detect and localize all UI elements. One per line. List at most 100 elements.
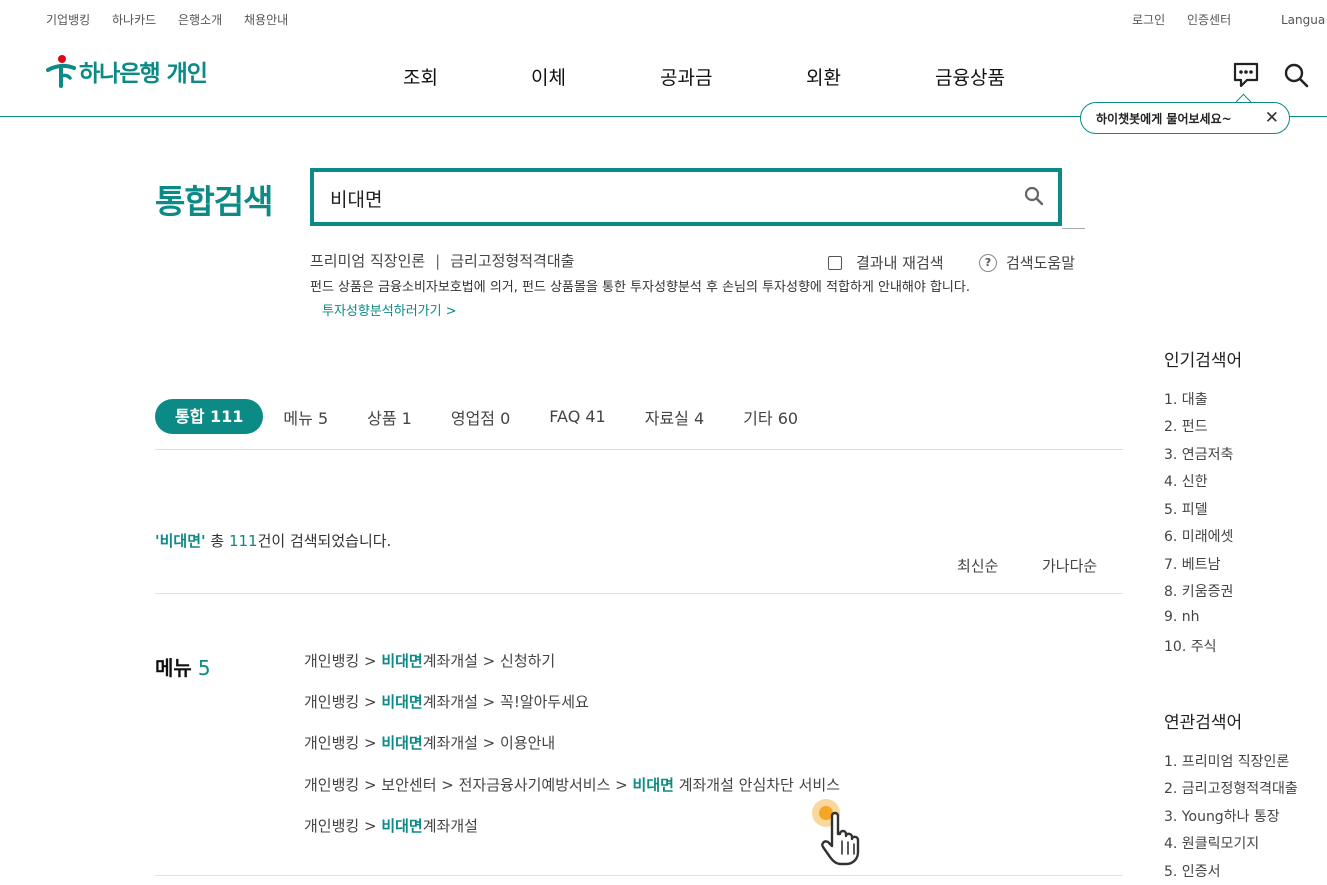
popular-keyword[interactable]: 5. 피델 <box>1164 499 1208 519</box>
recommended-keywords: 프리미엄 직장인론 | 금리고정형적격대출 <box>310 250 574 271</box>
search-icon <box>1284 63 1309 88</box>
chatbot-tooltip[interactable]: 하이챗봇에게 물어보세요~ ✕ <box>1080 102 1290 134</box>
investment-analysis-link[interactable]: 투자성향분석하러가기 > <box>322 300 457 319</box>
menu-section-title: 메뉴 5 <box>155 652 211 681</box>
popular-keyword[interactable]: 6. 미래에셋 <box>1164 526 1233 546</box>
result-path: 계좌개설 <box>422 817 478 835</box>
global-search-button[interactable] <box>1284 63 1309 92</box>
help-icon: ? <box>979 253 997 272</box>
popular-keyword[interactable]: 9. nh <box>1164 609 1200 625</box>
popular-keyword[interactable]: 4. 신한 <box>1164 471 1208 491</box>
chatbot-button[interactable] <box>1232 61 1260 93</box>
result-path: 개인뱅킹 > <box>304 652 382 670</box>
utility-nav-right: 로그인 인증센터 Langua <box>1132 11 1325 28</box>
popular-keyword[interactable]: 8. 키움증권 <box>1164 581 1233 601</box>
sort-alphabetical[interactable]: 가나다순 <box>1042 555 1097 576</box>
summary-pre: 총 <box>205 532 229 550</box>
result-highlight: 비대면 <box>381 734 423 752</box>
result-tabs: 통합 111 메뉴 5 상품 1 영업점 0 FAQ 41 자료실 4 기타 6… <box>155 399 837 434</box>
summary-divider <box>155 593 1123 594</box>
related-keyword[interactable]: 1. 프리미엄 직장인론 <box>1164 751 1289 771</box>
util-link-language[interactable]: Langua <box>1281 13 1325 27</box>
related-keyword[interactable]: 5. 인증서 <box>1164 861 1220 881</box>
fund-notice: 펀드 상품은 금융소비자보호법에 의거, 펀드 상품몰을 통한 투자성향분석 후… <box>310 280 970 295</box>
logo[interactable]: 하나은행 개인 <box>45 54 208 88</box>
list-item[interactable]: 개인뱅킹 > 비대면계좌개설 > 신청하기 <box>304 650 555 671</box>
tab-faq[interactable]: FAQ 41 <box>549 407 605 426</box>
util-link-about[interactable]: 은행소개 <box>178 11 222 28</box>
search-input[interactable] <box>328 183 1012 213</box>
chatbot-tooltip-text: 하이챗봇에게 물어보세요~ <box>1096 111 1232 126</box>
popular-keyword[interactable]: 10. 주식 <box>1164 636 1216 656</box>
util-link-careers[interactable]: 채용안내 <box>244 11 288 28</box>
tab-archive[interactable]: 자료실 4 <box>645 405 704 429</box>
recommend-keyword[interactable]: 프리미엄 직장인론 <box>310 252 425 270</box>
result-path: 계좌개설 > 신청하기 <box>422 652 556 670</box>
popular-keyword[interactable]: 2. 펀드 <box>1164 416 1208 436</box>
list-item[interactable]: 개인뱅킹 > 비대면계좌개설 <box>304 815 478 836</box>
tab-menu[interactable]: 메뉴 5 <box>283 405 328 429</box>
utility-nav-left: 기업뱅킹 하나카드 은행소개 채용안내 <box>46 11 306 28</box>
util-link-cert-center[interactable]: 인증센터 <box>1187 11 1231 28</box>
close-icon[interactable]: ✕ <box>1265 108 1279 128</box>
result-path: 계좌개설 > 꼭!알아두세요 <box>422 693 589 711</box>
related-keyword[interactable]: 2. 금리고정형적격대출 <box>1164 778 1298 798</box>
result-path: 계좌개설 안심차단 서비스 <box>673 776 841 794</box>
tabs-divider <box>155 449 1123 450</box>
tab-product[interactable]: 상품 1 <box>367 405 412 429</box>
search-box <box>310 168 1062 226</box>
sort-latest[interactable]: 최신순 <box>957 555 998 576</box>
gnb-forex[interactable]: 외환 <box>806 63 841 90</box>
menu-section-label: 메뉴 <box>155 656 192 680</box>
util-link-corporate[interactable]: 기업뱅킹 <box>46 11 90 28</box>
hana-logo-icon <box>46 55 76 88</box>
research-label: 결과내 재검색 <box>856 254 944 272</box>
result-highlight: 비대면 <box>632 776 674 794</box>
tab-branch[interactable]: 영업점 0 <box>451 405 510 429</box>
list-item[interactable]: 개인뱅킹 > 보안센터 > 전자금융사기예방서비스 > 비대면 계좌개설 안심차… <box>304 774 840 795</box>
research-option[interactable]: 결과내 재검색 <box>828 252 944 273</box>
result-highlight: 비대면 <box>381 652 423 670</box>
summary-count: 111 <box>228 532 258 550</box>
recommend-separator: | <box>435 252 441 270</box>
util-link-hanacard[interactable]: 하나카드 <box>112 11 156 28</box>
search-help-label: 검색도움말 <box>1006 254 1076 272</box>
result-path: 개인뱅킹 > <box>304 693 382 711</box>
recommend-keyword[interactable]: 금리고정형적격대출 <box>450 252 574 270</box>
search-help[interactable]: ? 검색도움말 <box>979 252 1075 273</box>
list-item[interactable]: 개인뱅킹 > 비대면계좌개설 > 꼭!알아두세요 <box>304 691 589 712</box>
gnb-financial-products[interactable]: 금융상품 <box>935 63 1005 90</box>
result-path: 개인뱅킹 > 보안센터 > 전자금융사기예방서비스 > <box>304 776 633 794</box>
related-keyword[interactable]: 4. 원클릭모기지 <box>1164 833 1259 853</box>
tab-etc[interactable]: 기타 60 <box>743 405 798 429</box>
menu-section-count: 5 <box>197 656 211 680</box>
menu-section-divider <box>155 875 1123 876</box>
util-link-login[interactable]: 로그인 <box>1132 11 1165 28</box>
tab-all[interactable]: 통합 111 <box>155 399 264 434</box>
gnb-inquiry[interactable]: 조회 <box>403 63 438 90</box>
summary-keyword: '비대면' <box>155 532 206 550</box>
related-keywords-title: 연관검색어 <box>1164 713 1243 733</box>
popular-keyword[interactable]: 7. 베트남 <box>1164 554 1220 574</box>
summary-post: 건이 검색되었습니다. <box>257 532 392 550</box>
hand-cursor-icon <box>812 799 860 866</box>
popular-keywords-title: 인기검색어 <box>1164 351 1243 371</box>
result-path: 개인뱅킹 > <box>304 734 382 752</box>
result-highlight: 비대면 <box>381 817 423 835</box>
popular-keyword[interactable]: 3. 연금저축 <box>1164 444 1233 464</box>
gnb-transfer[interactable]: 이체 <box>531 63 566 90</box>
related-keyword[interactable]: 3. Young하나 통장 <box>1164 806 1280 826</box>
popular-keyword[interactable]: 1. 대출 <box>1164 389 1208 409</box>
logo-text: 하나은행 개인 <box>79 61 208 87</box>
list-item[interactable]: 개인뱅킹 > 비대면계좌개설 > 이용안내 <box>304 732 555 753</box>
search-submit-icon[interactable] <box>1024 186 1044 206</box>
result-summary: '비대면' 총 111건이 검색되었습니다. <box>155 530 391 551</box>
pointer-cursor <box>808 796 880 872</box>
page-title: 통합검색 <box>155 182 273 221</box>
result-path: 개인뱅킹 > <box>304 817 382 835</box>
search-underline <box>1062 228 1085 229</box>
result-path: 계좌개설 > 이용안내 <box>422 734 556 752</box>
gnb-utility-bill[interactable]: 공과금 <box>660 63 712 90</box>
result-highlight: 비대면 <box>381 693 423 711</box>
research-checkbox[interactable] <box>828 255 842 270</box>
